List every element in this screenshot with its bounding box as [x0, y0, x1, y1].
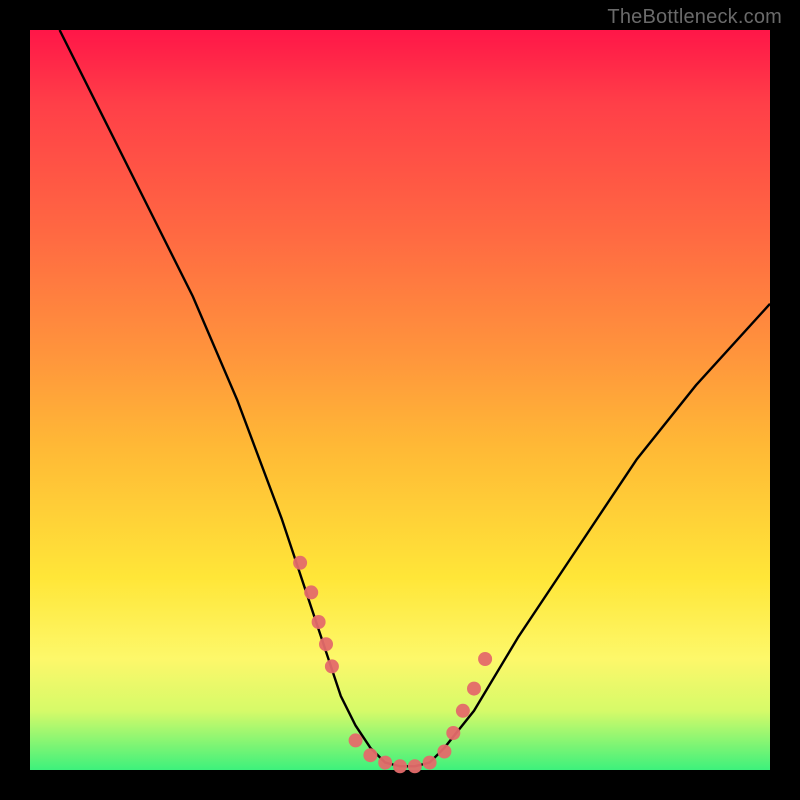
scatter-dot [423, 756, 437, 770]
scatter-dot [478, 652, 492, 666]
scatter-dot [408, 759, 422, 773]
scatter-dot [467, 682, 481, 696]
scatter-dot [446, 726, 460, 740]
scatter-dot [319, 637, 333, 651]
bottleneck-curve [60, 30, 770, 766]
scatter-dot [312, 615, 326, 629]
scatter-dot [437, 745, 451, 759]
scatter-dots [293, 556, 492, 774]
scatter-dot [293, 556, 307, 570]
scatter-dot [349, 733, 363, 747]
scatter-dot [456, 704, 470, 718]
bottleneck-curve-svg [30, 30, 770, 770]
scatter-dot [325, 659, 339, 673]
scatter-dot [363, 748, 377, 762]
scatter-dot [378, 756, 392, 770]
scatter-dot [304, 585, 318, 599]
chart-frame: TheBottleneck.com [0, 0, 800, 800]
bottleneck-chart [30, 30, 770, 770]
scatter-dot [393, 759, 407, 773]
watermark-text: TheBottleneck.com [607, 6, 782, 29]
